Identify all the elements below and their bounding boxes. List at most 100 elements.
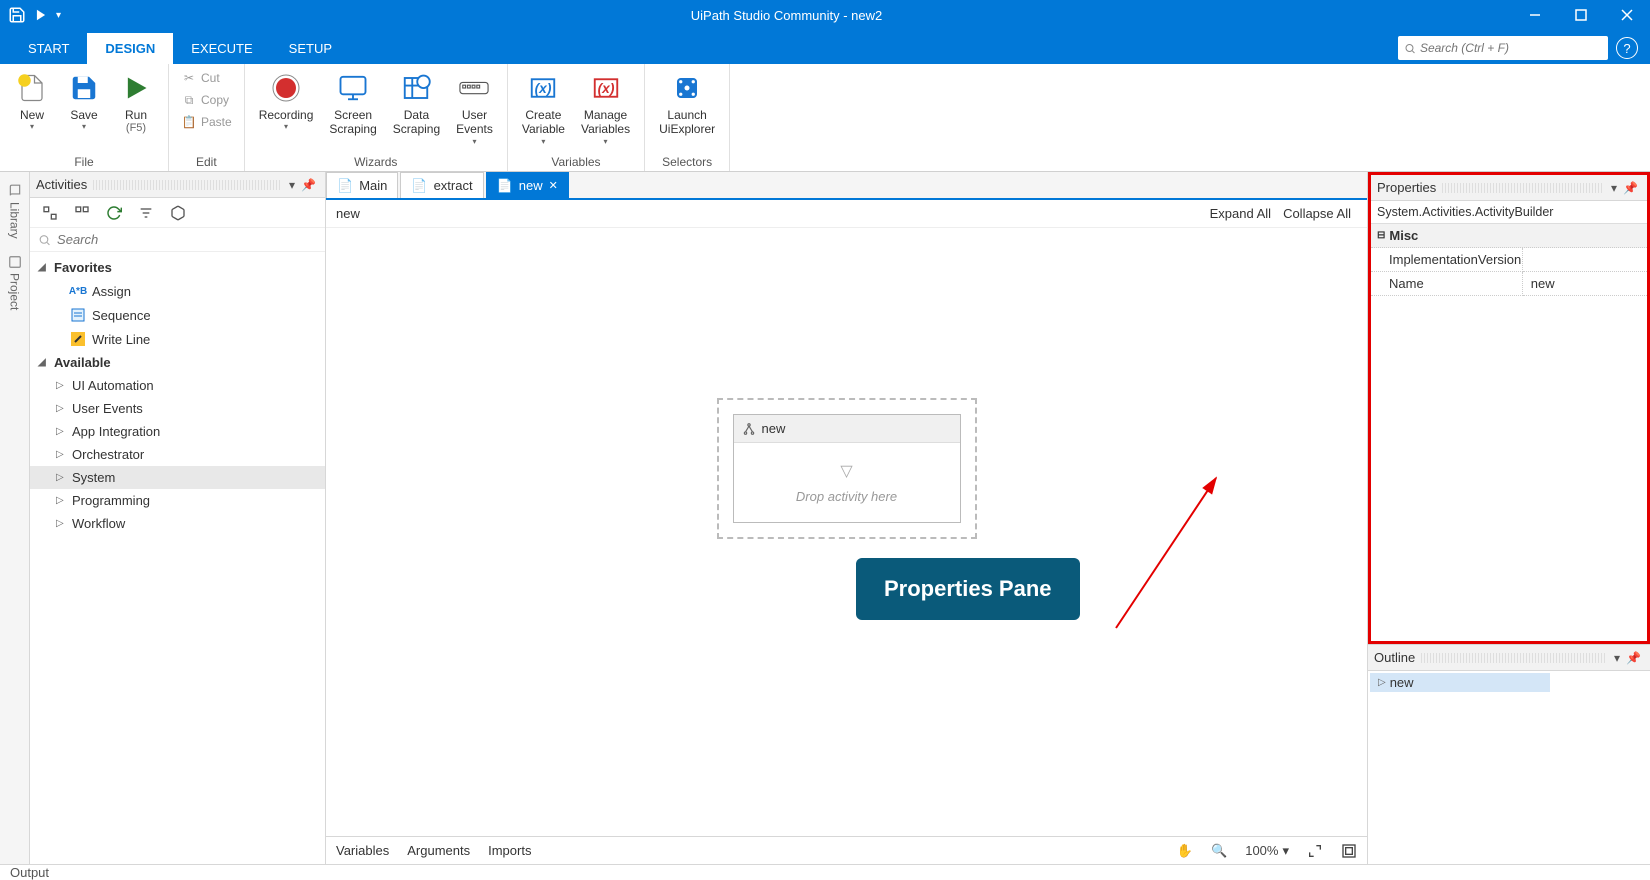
outline-dropdown-icon[interactable]: ▾ — [1611, 651, 1623, 665]
close-button[interactable] — [1604, 0, 1650, 30]
workflow-icon: 📄 — [337, 178, 353, 194]
tree-sequence[interactable]: Sequence — [30, 303, 325, 327]
drop-arrow-icon: ▽ — [742, 461, 952, 481]
tree-assign[interactable]: A*BAssign — [30, 279, 325, 303]
tree-app-integration[interactable]: ▷App Integration — [30, 420, 325, 443]
expand-all-link[interactable]: Expand All — [1204, 206, 1277, 221]
svg-text:(x): (x) — [535, 81, 552, 96]
pan-icon[interactable]: ✋ — [1177, 843, 1193, 859]
search-box[interactable] — [1398, 36, 1608, 60]
writeline-icon — [70, 331, 86, 347]
package-icon[interactable] — [168, 203, 188, 223]
overview-icon[interactable] — [1341, 843, 1357, 859]
zoom-icon[interactable]: 🔍 — [1211, 843, 1227, 859]
quick-save-icon[interactable] — [8, 6, 26, 24]
collapse-all-link[interactable]: Collapse All — [1277, 206, 1357, 221]
data-scraping-button[interactable]: Data Scraping — [387, 68, 446, 139]
help-button[interactable]: ? — [1616, 37, 1638, 59]
arguments-tab[interactable]: Arguments — [407, 843, 470, 858]
tab-design[interactable]: DESIGN — [87, 33, 173, 64]
prop-impl-version-key: ImplementationVersion — [1371, 248, 1523, 272]
user-events-button[interactable]: User Events▾ — [450, 68, 499, 148]
assign-icon: A*B — [70, 283, 86, 299]
doc-tab-extract[interactable]: 📄extract — [400, 172, 483, 198]
outline-pin-icon[interactable]: 📌 — [1623, 651, 1644, 665]
tree-system[interactable]: ▷System — [30, 466, 325, 489]
properties-pin-icon[interactable]: 📌 — [1620, 181, 1641, 195]
activities-panel-header: Activities ▾ 📌 — [30, 172, 325, 198]
properties-category-misc[interactable]: ⊟Misc — [1371, 224, 1647, 248]
output-panel-tab[interactable]: Output — [0, 864, 1650, 880]
close-tab-icon[interactable]: ✕ — [549, 179, 558, 192]
zoom-level[interactable]: 100% ▾ — [1245, 843, 1289, 859]
variables-tab[interactable]: Variables — [336, 843, 389, 858]
group-file-label: File — [8, 153, 160, 169]
group-wizards-label: Wizards — [253, 153, 499, 169]
expand-all-icon[interactable] — [40, 203, 60, 223]
activity-card[interactable]: new ▽ Drop activity here — [733, 414, 961, 523]
filter-icon[interactable] — [136, 203, 156, 223]
imports-tab[interactable]: Imports — [488, 843, 531, 858]
tree-available[interactable]: ◢Available — [30, 351, 325, 374]
flowchart-icon — [742, 422, 756, 436]
properties-panel: Properties ▾ 📌 System.Activities.Activit… — [1368, 172, 1650, 644]
cut-button[interactable]: ✂Cut — [177, 68, 236, 88]
tree-programming[interactable]: ▷Programming — [30, 489, 325, 512]
create-variable-button[interactable]: (x) Create Variable▾ — [516, 68, 571, 148]
properties-class: System.Activities.ActivityBuilder — [1371, 201, 1647, 224]
activities-dropdown-icon[interactable]: ▾ — [286, 178, 298, 192]
run-button[interactable]: Run (F5) — [112, 68, 160, 138]
tree-workflow[interactable]: ▷Workflow — [30, 512, 325, 535]
properties-title: Properties — [1377, 180, 1436, 195]
outline-title: Outline — [1374, 650, 1415, 665]
minimize-button[interactable] — [1512, 0, 1558, 30]
prop-name-key: Name — [1371, 272, 1523, 296]
paste-button[interactable]: 📋Paste — [177, 112, 236, 132]
sequence-icon — [70, 307, 86, 323]
search-input[interactable] — [1420, 41, 1602, 55]
flowchart-container[interactable]: new ▽ Drop activity here — [717, 398, 977, 539]
doc-tab-main[interactable]: 📄Main — [326, 172, 398, 198]
recording-button[interactable]: Recording▾ — [253, 68, 320, 134]
tree-ui-automation[interactable]: ▷UI Automation — [30, 374, 325, 397]
activities-pin-icon[interactable]: 📌 — [298, 178, 319, 192]
workflow-icon: 📄 — [497, 178, 513, 194]
tab-setup[interactable]: SETUP — [271, 33, 350, 64]
drop-hint-label: Drop activity here — [742, 489, 952, 504]
screen-scraping-button[interactable]: Screen Scraping — [323, 68, 382, 139]
manage-variables-button[interactable]: (x) Manage Variables▾ — [575, 68, 636, 148]
copy-button[interactable]: ⧉Copy — [177, 90, 236, 110]
tree-writeline[interactable]: Write Line — [30, 327, 325, 351]
fit-screen-icon[interactable] — [1307, 843, 1323, 859]
workflow-icon: 📄 — [411, 178, 427, 194]
tree-user-events[interactable]: ▷User Events — [30, 397, 325, 420]
properties-dropdown-icon[interactable]: ▾ — [1608, 181, 1620, 195]
annotation-arrow — [1106, 468, 1226, 638]
annotation-callout: Properties Pane — [856, 558, 1080, 620]
vertical-tab-project[interactable]: Project — [6, 249, 24, 316]
group-edit-label: Edit — [177, 153, 236, 169]
outline-panel: Outline ▾ 📌 ▷new — [1368, 644, 1650, 864]
group-variables-label: Variables — [516, 153, 636, 169]
refresh-icon[interactable] — [104, 203, 124, 223]
prop-name-value[interactable]: new — [1523, 272, 1647, 296]
new-button[interactable]: New▾ — [8, 68, 56, 134]
tab-execute[interactable]: EXECUTE — [173, 33, 270, 64]
window-title: UiPath Studio Community - new2 — [61, 8, 1512, 23]
tab-start[interactable]: START — [10, 33, 87, 64]
outline-item-new[interactable]: ▷new — [1370, 673, 1550, 692]
collapse-all-icon[interactable] — [72, 203, 92, 223]
tree-favorites[interactable]: ◢Favorites — [30, 256, 325, 279]
activity-name: new — [762, 421, 786, 436]
prop-impl-version-value[interactable] — [1523, 248, 1647, 272]
vertical-tab-library[interactable]: Library — [6, 178, 24, 245]
launch-uiexplorer-button[interactable]: Launch UiExplorer — [653, 68, 721, 139]
quick-run-icon[interactable] — [34, 8, 48, 22]
doc-tab-new[interactable]: 📄new✕ — [486, 172, 569, 198]
activities-search-input[interactable] — [57, 232, 317, 247]
svg-text:(x): (x) — [597, 81, 614, 96]
activities-search[interactable] — [30, 228, 325, 252]
tree-orchestrator[interactable]: ▷Orchestrator — [30, 443, 325, 466]
maximize-button[interactable] — [1558, 0, 1604, 30]
save-button[interactable]: Save▾ — [60, 68, 108, 134]
